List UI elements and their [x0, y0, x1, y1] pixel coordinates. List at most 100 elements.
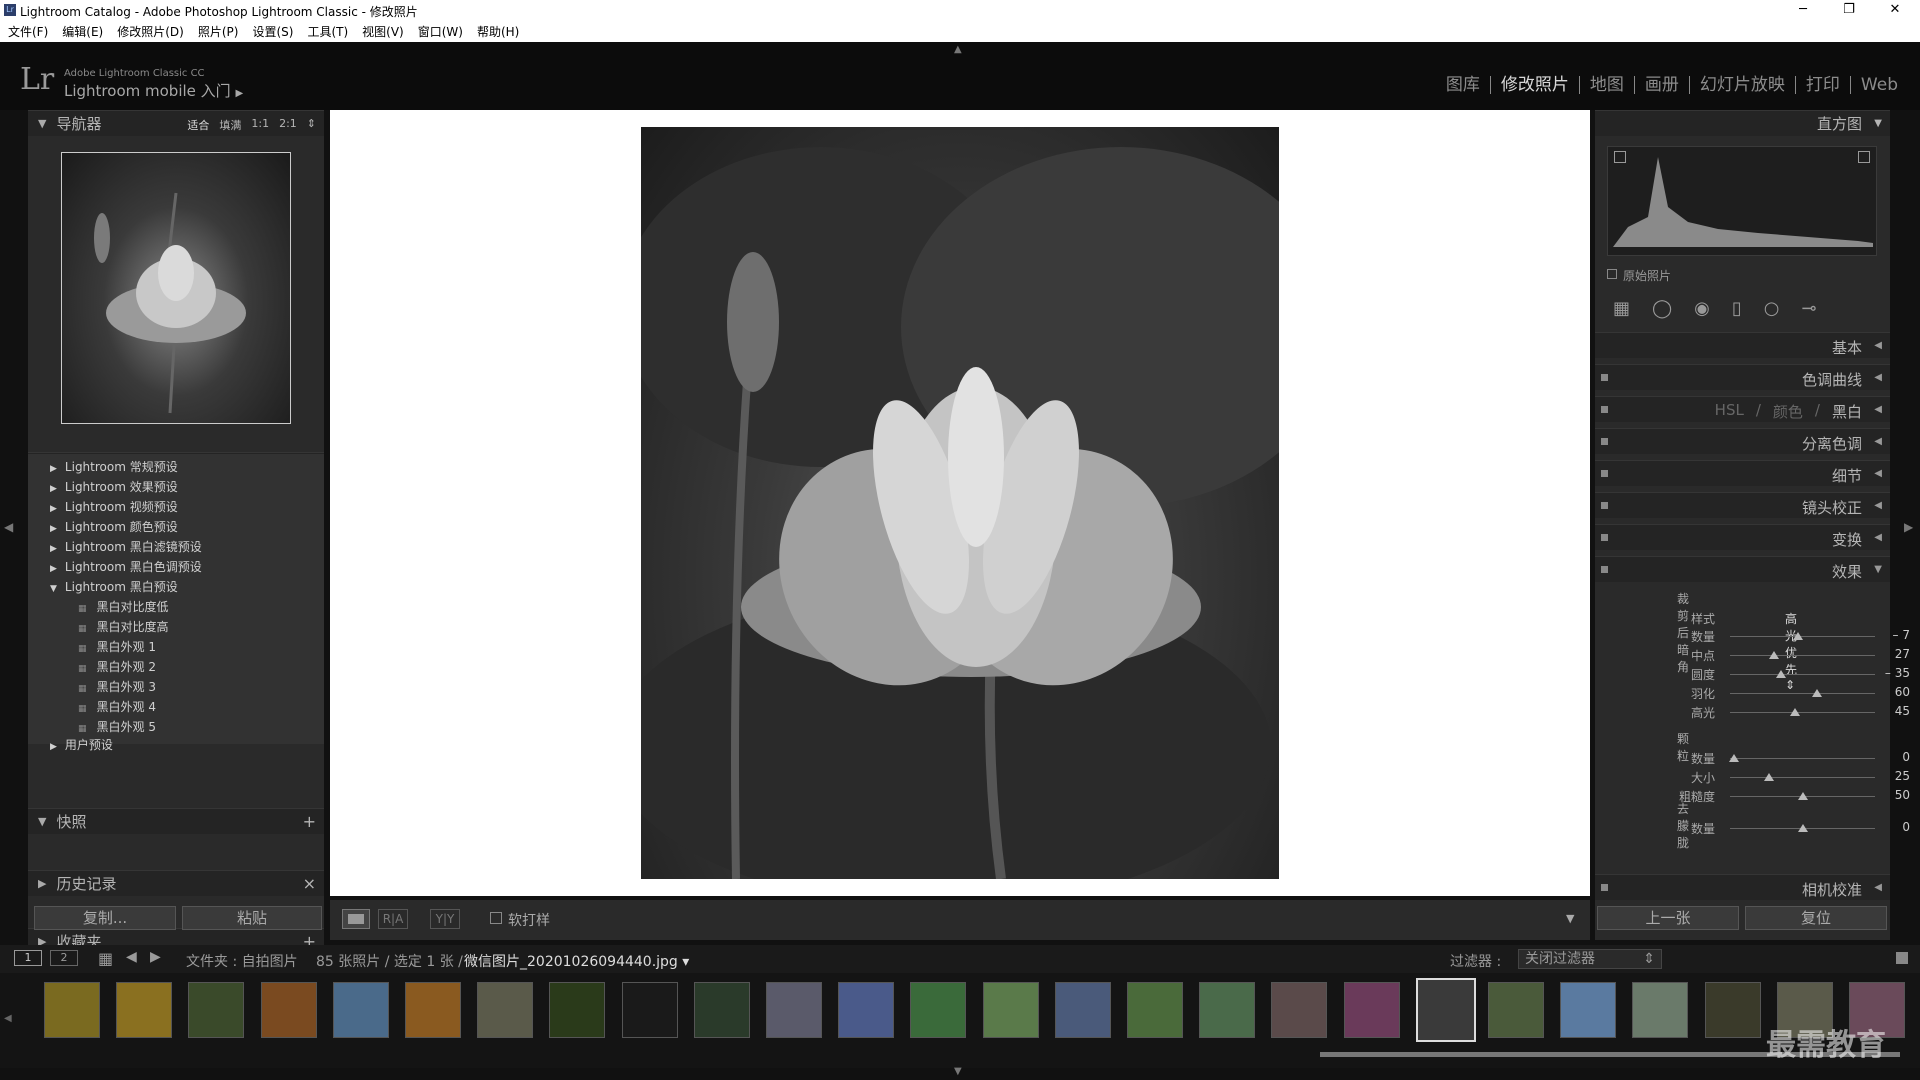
zoom-fit[interactable]: 适合: [187, 117, 209, 133]
loupe-view-icon[interactable]: [342, 909, 370, 929]
slider-value[interactable]: 25: [1880, 769, 1910, 783]
preset-group[interactable]: ▶ Lightroom 黑白色调预设: [50, 558, 202, 575]
grain-slider[interactable]: 粗糙度 50: [1655, 788, 1910, 804]
filmstrip-thumbnail[interactable]: [116, 982, 173, 1038]
before-after-tb-icon[interactable]: Y|Y: [430, 909, 460, 929]
slider-track[interactable]: [1730, 777, 1875, 778]
slider-knob[interactable]: [1729, 754, 1740, 762]
filmstrip-thumbnail[interactable]: [1704, 982, 1761, 1038]
add-snapshot-icon[interactable]: +: [303, 812, 316, 831]
slider-value[interactable]: 0: [1880, 820, 1910, 834]
menu-edit[interactable]: 编辑(E): [62, 23, 103, 40]
section-basic[interactable]: 基本 ◀: [1595, 332, 1890, 358]
snapshots-header[interactable]: ▼ 快照 +: [28, 808, 324, 834]
vignette-slider[interactable]: 数量 – 7: [1655, 628, 1910, 644]
left-panel-toggle-icon[interactable]: ◀: [4, 520, 13, 534]
module-print[interactable]: 打印: [1796, 76, 1851, 94]
navigator-preview[interactable]: [61, 152, 291, 424]
menu-settings[interactable]: 设置(S): [252, 23, 293, 40]
top-panel-toggle-icon[interactable]: ▲: [954, 44, 962, 55]
section-detail[interactable]: 细节 ◀: [1595, 460, 1890, 486]
bottom-panel-toggle-icon[interactable]: ▼: [954, 1066, 962, 1077]
menu-tools[interactable]: 工具(T): [307, 23, 348, 40]
filmstrip-thumbnail[interactable]: [693, 982, 750, 1038]
slider-value[interactable]: – 7: [1880, 628, 1910, 642]
filmstrip-thumbnail[interactable]: [1632, 982, 1689, 1038]
slider-knob[interactable]: [1775, 670, 1786, 678]
grain-slider[interactable]: 大小 25: [1655, 769, 1910, 785]
main-photo[interactable]: [611, 127, 1341, 907]
slider-knob[interactable]: [1797, 824, 1808, 832]
section-lens[interactable]: 镜头校正 ◀: [1595, 492, 1890, 518]
filmstrip-thumbnail[interactable]: [766, 982, 822, 1038]
preset-item[interactable]: ▦ 黑白对比度低: [78, 598, 169, 615]
filmstrip-thumbnail[interactable]: [332, 982, 389, 1038]
preset-group[interactable]: ▶ Lightroom 效果预设: [50, 478, 178, 495]
section-split-toning[interactable]: 分离色调 ◀: [1595, 428, 1890, 454]
filmstrip-thumbnail[interactable]: [1415, 978, 1476, 1042]
graduated-filter-icon[interactable]: ▯: [1732, 298, 1742, 319]
navigator-header[interactable]: ▼ 导航器 适合 填满 1:1 2:1 ⇕: [28, 110, 324, 136]
red-eye-icon[interactable]: ◉: [1694, 298, 1710, 319]
slider-knob[interactable]: [1790, 708, 1801, 716]
vignette-slider[interactable]: 圆度 – 35: [1655, 666, 1910, 682]
histogram[interactable]: [1607, 146, 1877, 256]
preset-item[interactable]: ▦ 黑白外观 5: [78, 718, 156, 735]
section-transform[interactable]: 变换 ◀: [1595, 524, 1890, 550]
preset-group[interactable]: ▶ Lightroom 颜色预设: [50, 518, 178, 535]
tab-bw[interactable]: 黑白: [1832, 401, 1862, 422]
section-effects[interactable]: 效果 ▼: [1595, 556, 1890, 582]
preset-group-user[interactable]: ▶ 用户预设: [50, 736, 113, 753]
filmstrip-thumbnail[interactable]: [1127, 982, 1183, 1038]
tab-hsl[interactable]: HSL: [1715, 401, 1744, 422]
module-web[interactable]: Web: [1851, 76, 1908, 94]
filmstrip-thumbnail[interactable]: [1560, 982, 1617, 1038]
radial-filter-icon[interactable]: ○: [1764, 298, 1780, 319]
module-map[interactable]: 地图: [1580, 76, 1635, 94]
mobile-link[interactable]: Lightroom mobile 入门 ▶: [64, 80, 243, 101]
preset-group[interactable]: ▶ Lightroom 常规预设: [50, 458, 178, 475]
history-header[interactable]: ▶ 历史记录 ×: [28, 870, 324, 896]
slider-track[interactable]: [1730, 758, 1875, 759]
preset-item[interactable]: ▦ 黑白对比度高: [78, 618, 169, 635]
close-button[interactable]: ✕: [1872, 0, 1918, 20]
preset-group[interactable]: ▶ Lightroom 视频预设: [50, 498, 178, 515]
slider-knob[interactable]: [1797, 792, 1808, 800]
zoom-menu-icon[interactable]: ⇕: [307, 117, 316, 133]
slider-knob[interactable]: [1764, 773, 1775, 781]
filmstrip-thumbnail[interactable]: [982, 982, 1039, 1038]
section-camera-calibration[interactable]: 相机校准 ◀: [1595, 874, 1890, 900]
menu-photo[interactable]: 照片(P): [198, 23, 239, 40]
shadow-clip-icon[interactable]: [1614, 151, 1626, 163]
menu-develop[interactable]: 修改照片(D): [117, 23, 184, 40]
slider-value[interactable]: 27: [1880, 647, 1910, 661]
filmstrip-thumbnail[interactable]: [549, 982, 606, 1038]
grain-slider[interactable]: 数量 0: [1655, 750, 1910, 766]
crop-tool-icon[interactable]: ▦: [1613, 298, 1630, 319]
menu-window[interactable]: 窗口(W): [418, 23, 463, 40]
filmstrip-thumbnail[interactable]: [838, 982, 895, 1038]
filmstrip-thumbnail[interactable]: [621, 982, 678, 1038]
preset-item[interactable]: ▦ 黑白外观 4: [78, 698, 156, 715]
previous-button[interactable]: 上一张: [1597, 906, 1739, 930]
before-after-lr-icon[interactable]: R|A: [378, 909, 408, 929]
slider-track[interactable]: [1730, 674, 1875, 675]
filter-lock-icon[interactable]: [1896, 952, 1908, 964]
zoom-fill[interactable]: 填满: [219, 117, 241, 133]
secondary-window-button[interactable]: 2: [50, 950, 78, 966]
zoom-2-1[interactable]: 2:1: [279, 117, 297, 133]
current-filename[interactable]: 微信图片_20201026094440.jpg ▾: [464, 951, 689, 971]
filmstrip-thumbnail[interactable]: [405, 982, 461, 1038]
original-photo-checkbox[interactable]: [1607, 269, 1617, 279]
copy-button[interactable]: 复制...: [34, 906, 176, 930]
dehaze-slider[interactable]: 数量 0: [1655, 820, 1910, 836]
module-book[interactable]: 画册: [1635, 76, 1690, 94]
adjustment-brush-icon[interactable]: ⊸: [1802, 298, 1817, 319]
filmstrip-thumbnail[interactable]: [260, 982, 317, 1038]
primary-window-button[interactable]: 1: [14, 950, 42, 966]
paste-button[interactable]: 粘贴: [182, 906, 322, 930]
filter-select[interactable]: 关闭过滤器 ⇕: [1518, 949, 1662, 969]
highlight-clip-icon[interactable]: [1858, 151, 1870, 163]
grid-view-icon[interactable]: ▦: [98, 949, 113, 968]
slider-knob[interactable]: [1793, 632, 1804, 640]
